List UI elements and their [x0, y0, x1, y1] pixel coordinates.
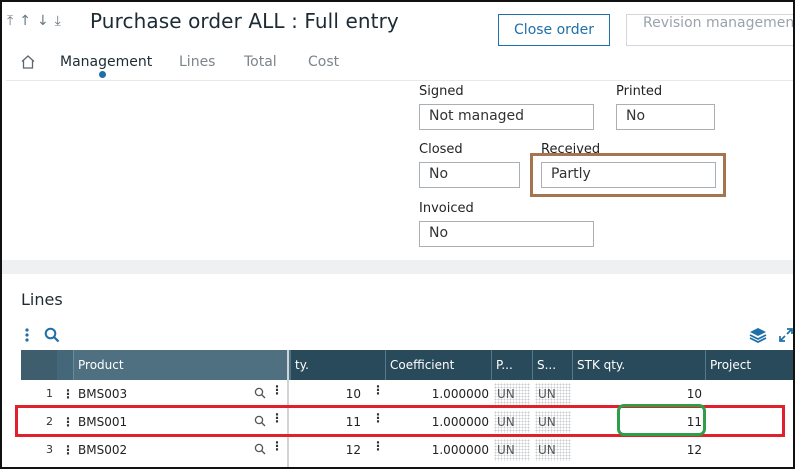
product-cell[interactable]: BMS003: [78, 380, 127, 408]
tab-total[interactable]: Total: [244, 54, 277, 70]
column-header-product[interactable]: Product: [73, 350, 291, 380]
page-header: ⤒ ↑ ↓ ⤓ Purchase order ALL : Full entry …: [2, 2, 793, 80]
product-search-icon[interactable]: [254, 443, 266, 455]
project-cell[interactable]: [706, 436, 792, 464]
product-cell[interactable]: BMS002: [78, 436, 127, 464]
row-menu-header: [57, 350, 73, 380]
invoiced-field[interactable]: No: [419, 221, 594, 247]
expand-icon[interactable]: [779, 328, 793, 342]
printed-label: Printed: [616, 84, 663, 99]
record-navigation: ⤒ ↑ ↓ ⤓: [7, 13, 61, 29]
page-title: Purchase order ALL : Full entry: [90, 9, 399, 33]
tab-lines[interactable]: Lines: [179, 54, 215, 70]
product-search-icon[interactable]: [254, 387, 266, 399]
project-cell[interactable]: [706, 380, 792, 408]
lines-section-title: Lines: [21, 290, 63, 309]
tab-bar: Management Lines Total Cost: [2, 52, 793, 80]
tab-cost[interactable]: Cost: [308, 54, 339, 70]
column-header-coefficient[interactable]: Coefficient: [385, 350, 491, 380]
qty-menu-icon[interactable]: ⋮: [371, 376, 385, 404]
lines-section: Lines Product ty. Coefficient P... S... …: [6, 274, 793, 467]
row-menu-icon[interactable]: ⋮: [61, 380, 75, 408]
table-row[interactable]: 3 ⋮ BMS002 ⋮ 12 ⋮ 1.000000 UN UN 12: [21, 436, 793, 464]
purchase-unit-cell: UN: [494, 439, 530, 461]
coefficient-cell[interactable]: 1.000000: [385, 436, 489, 464]
close-order-button[interactable]: Close order: [498, 14, 610, 46]
arrow-up-icon[interactable]: ↑: [19, 13, 31, 29]
arrow-down-icon[interactable]: ↓: [37, 13, 49, 29]
invoiced-label: Invoiced: [419, 201, 474, 216]
stk-qty-highlight-box: [617, 404, 706, 436]
lines-toolbar-right: [749, 327, 793, 343]
arrow-down-last-icon[interactable]: ⤓: [55, 13, 61, 29]
column-header-p[interactable]: P...: [491, 350, 532, 380]
coefficient-cell[interactable]: 1.000000: [385, 380, 489, 408]
app-frame: ⤒ ↑ ↓ ⤓ Purchase order ALL : Full entry …: [0, 0, 795, 469]
home-icon[interactable]: [20, 54, 36, 70]
purchase-unit-cell: UN: [494, 383, 530, 405]
qty-cell[interactable]: 10: [291, 380, 361, 408]
qty-cell[interactable]: 12: [291, 436, 361, 464]
scroll-header: ty. Coefficient P... S... STK qty. Proje…: [291, 350, 793, 380]
product-menu-icon[interactable]: ⋮: [270, 376, 284, 404]
printed-field[interactable]: No: [616, 104, 715, 130]
stk-qty-cell[interactable]: 12: [572, 436, 702, 464]
row-number: 3: [46, 443, 53, 456]
column-header-s[interactable]: S...: [532, 350, 572, 380]
received-highlight-box: [530, 153, 726, 197]
active-tab-indicator: [99, 71, 106, 78]
arrow-up-first-icon[interactable]: ⤒: [7, 13, 13, 29]
revision-management-button[interactable]: Revision management: [626, 14, 793, 46]
stock-unit-cell: UN: [535, 439, 571, 461]
lines-toolbar-left: [24, 327, 60, 343]
row-menu-icon[interactable]: ⋮: [61, 436, 75, 464]
column-header-stk-qty[interactable]: STK qty.: [572, 350, 705, 380]
frozen-header: Product: [21, 350, 291, 380]
lines-table-header: Product ty. Coefficient P... S... STK qt…: [21, 350, 793, 380]
search-icon[interactable]: [44, 327, 60, 343]
closed-field[interactable]: No: [419, 162, 520, 188]
layers-icon[interactable]: [749, 327, 767, 343]
signed-field[interactable]: Not managed: [419, 104, 594, 130]
signed-label: Signed: [419, 84, 464, 99]
section-separator: [2, 260, 793, 274]
row-number: 1: [46, 387, 53, 400]
vertical-dots-icon[interactable]: [24, 328, 30, 342]
stock-unit-cell: UN: [535, 383, 571, 405]
row-number-header: [21, 350, 57, 380]
tab-management[interactable]: Management: [60, 54, 152, 70]
closed-label: Closed: [419, 142, 463, 157]
column-header-project[interactable]: Project: [705, 350, 793, 380]
